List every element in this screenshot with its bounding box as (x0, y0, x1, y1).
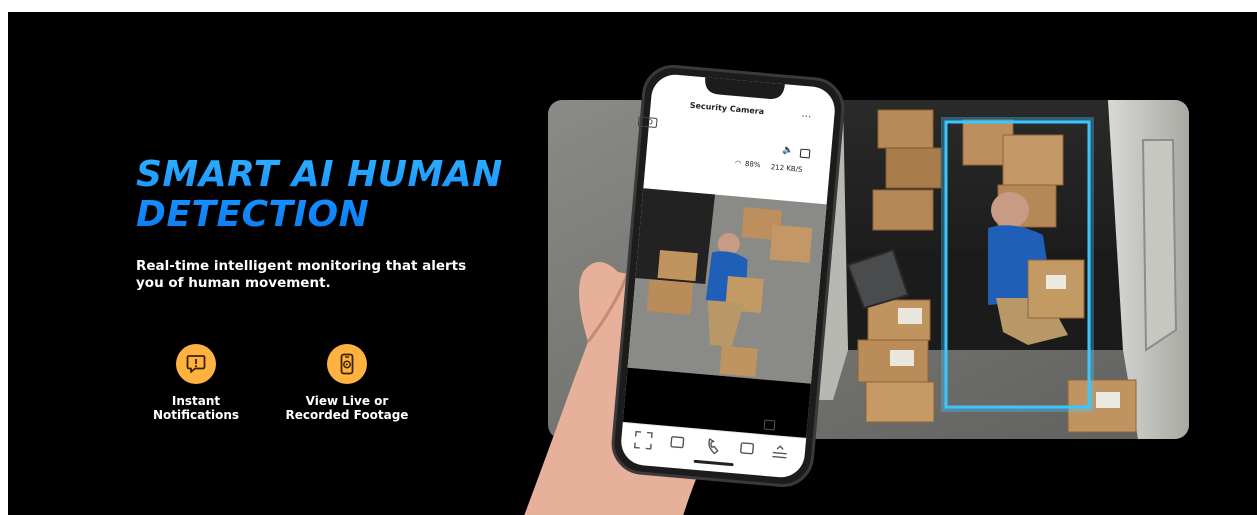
menu-icon[interactable] (799, 148, 811, 159)
headline-line-1: SMART AI HUMAN (136, 154, 503, 195)
feature-label-line-1: Instant (171, 394, 221, 408)
app-title: Security Camera (689, 100, 765, 117)
fullscreen-icon[interactable] (763, 419, 776, 431)
speaker-icon[interactable]: 🔈 (782, 145, 794, 156)
phone-camera-icon (327, 344, 367, 384)
back-icon[interactable]: ‹ (639, 92, 646, 108)
feature-label-line-1: View Live or (305, 394, 389, 408)
headline-line-2: DETECTION (136, 194, 370, 235)
hd-badge[interactable]: HD (637, 116, 658, 128)
feature-label-line-2: Notifications (152, 408, 240, 422)
feature-view-footage: View Live or Recorded Footage (282, 344, 412, 422)
wifi-icon: ◠ (734, 158, 742, 168)
phone-app-screen: ‹ Security Camera … HD 🔈 ◠ 88% 212 KB/S (626, 78, 825, 204)
headline: SMART AI HUMAN DETECTION (136, 155, 536, 235)
subtitle: Real-time intelligent monitoring that al… (136, 258, 467, 291)
feature-label-line-2: Recorded Footage (285, 408, 409, 422)
more-icon[interactable]: … (801, 109, 812, 121)
battery-percent: 88% (744, 159, 761, 170)
hero-banner: SMART AI HUMAN DETECTION Real-time intel… (8, 12, 1257, 515)
bitrate: 212 KB/S (770, 163, 803, 174)
feature-instant-notifications: Instant Notifications (131, 344, 261, 422)
notification-icon (176, 344, 216, 384)
